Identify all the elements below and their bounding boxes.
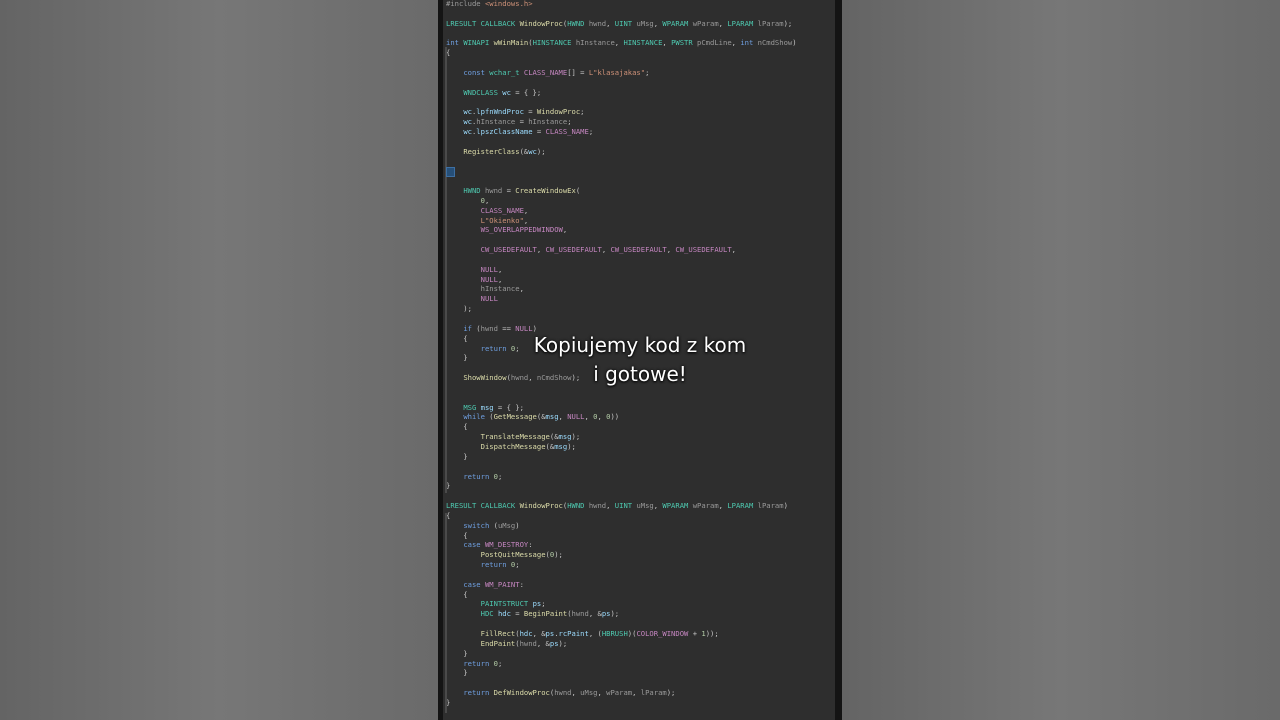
code-line[interactable]: { [446, 48, 797, 58]
code-line[interactable]: ​ [446, 570, 797, 580]
code-line[interactable]: return 0; [446, 659, 797, 669]
code-line[interactable]: ​ [446, 9, 797, 19]
code-line[interactable]: NULL, [446, 275, 797, 285]
text-cursor [446, 167, 455, 177]
code-line[interactable]: NULL [446, 294, 797, 304]
code-line[interactable]: HDC hdc = BeginPaint(hwnd, &ps); [446, 609, 797, 619]
code-line[interactable]: ​ [446, 78, 797, 88]
code-line[interactable]: ​ [446, 255, 797, 265]
code-line[interactable]: ​ [446, 29, 797, 39]
code-line[interactable]: FillRect(hdc, &ps.rcPaint, (HBRUSH)(COLO… [446, 629, 797, 639]
code-line[interactable]: ​ [446, 619, 797, 629]
code-line[interactable]: MSG msg = { }; [446, 403, 797, 413]
code-line[interactable]: { [446, 531, 797, 541]
fold-guide-windowproc [445, 513, 447, 713]
code-line[interactable]: case WM_DESTROY: [446, 540, 797, 550]
code-line[interactable]: ​ [446, 393, 797, 403]
video-caption: Kopiujemy kod z kom i gotowe! [440, 331, 840, 389]
caption-line-1: Kopiujemy kod z kom [533, 333, 747, 357]
code-line[interactable]: NULL, [446, 265, 797, 275]
code-line[interactable]: ​ [446, 58, 797, 68]
code-line[interactable]: { [446, 590, 797, 600]
code-line[interactable]: L"Okienko", [446, 216, 797, 226]
code-line[interactable]: } [446, 481, 797, 491]
code-line[interactable]: #include <windows.h> [446, 0, 797, 9]
code-line[interactable]: int WINAPI wWinMain(HINSTANCE hInstance,… [446, 38, 797, 48]
code-line[interactable]: TranslateMessage(&msg); [446, 432, 797, 442]
blurred-background-left [0, 0, 438, 720]
code-line[interactable]: switch (uMsg) [446, 521, 797, 531]
code-line[interactable]: LRESULT CALLBACK WindowProc(HWND hwnd, U… [446, 501, 797, 511]
code-line[interactable]: HWND hwnd = CreateWindowEx( [446, 186, 797, 196]
code-line[interactable]: PostQuitMessage(0); [446, 550, 797, 560]
code-line[interactable]: ​ [446, 97, 797, 107]
code-line[interactable]: ​ [446, 166, 797, 176]
code-line[interactable]: ​ [446, 235, 797, 245]
code-line[interactable]: CLASS_NAME, [446, 206, 797, 216]
code-line[interactable]: ​ [446, 314, 797, 324]
code-line[interactable]: RegisterClass(&wc); [446, 147, 797, 157]
code-line[interactable]: ​ [446, 462, 797, 472]
code-line[interactable]: ​ [446, 137, 797, 147]
code-line[interactable]: const wchar_t CLASS_NAME[] = L"klasajaka… [446, 68, 797, 78]
code-line[interactable]: CW_USEDEFAULT, CW_USEDEFAULT, CW_USEDEFA… [446, 245, 797, 255]
code-line[interactable]: WNDCLASS wc = { }; [446, 88, 797, 98]
code-line[interactable]: } [446, 452, 797, 462]
code-line[interactable]: wc.lpfnWndProc = WindowProc; [446, 107, 797, 117]
code-line[interactable]: ​ [446, 678, 797, 688]
code-line[interactable]: return DefWindowProc(hwnd, uMsg, wParam,… [446, 688, 797, 698]
blurred-background-right [842, 0, 1280, 720]
code-line[interactable]: { [446, 511, 797, 521]
caption-line-2: i gotowe! [593, 362, 687, 386]
code-line[interactable]: } [446, 649, 797, 659]
code-line[interactable]: ); [446, 304, 797, 314]
code-line[interactable]: return 0; [446, 472, 797, 482]
code-line[interactable]: } [446, 698, 797, 708]
code-line[interactable]: while (GetMessage(&msg, NULL, 0, 0)) [446, 412, 797, 422]
code-line[interactable]: hInstance, [446, 284, 797, 294]
code-line[interactable]: } [446, 668, 797, 678]
code-line[interactable]: ​ [446, 491, 797, 501]
code-line[interactable]: DispatchMessage(&msg); [446, 442, 797, 452]
code-line[interactable]: WS_OVERLAPPEDWINDOW, [446, 225, 797, 235]
code-line[interactable]: LRESULT CALLBACK WindowProc(HWND hwnd, U… [446, 19, 797, 29]
code-line[interactable]: 0, [446, 196, 797, 206]
fold-guide-main [445, 47, 447, 493]
code-line[interactable]: wc.lpszClassName = CLASS_NAME; [446, 127, 797, 137]
code-line[interactable]: { [446, 422, 797, 432]
code-line[interactable]: EndPaint(hwnd, &ps); [446, 639, 797, 649]
code-line[interactable]: return 0; [446, 560, 797, 570]
code-line[interactable]: ​ [446, 176, 797, 186]
code-line[interactable]: PAINTSTRUCT ps; [446, 599, 797, 609]
code-line[interactable]: wc.hInstance = hInstance; [446, 117, 797, 127]
code-line[interactable]: ​ [446, 157, 797, 167]
code-line[interactable]: case WM_PAINT: [446, 580, 797, 590]
